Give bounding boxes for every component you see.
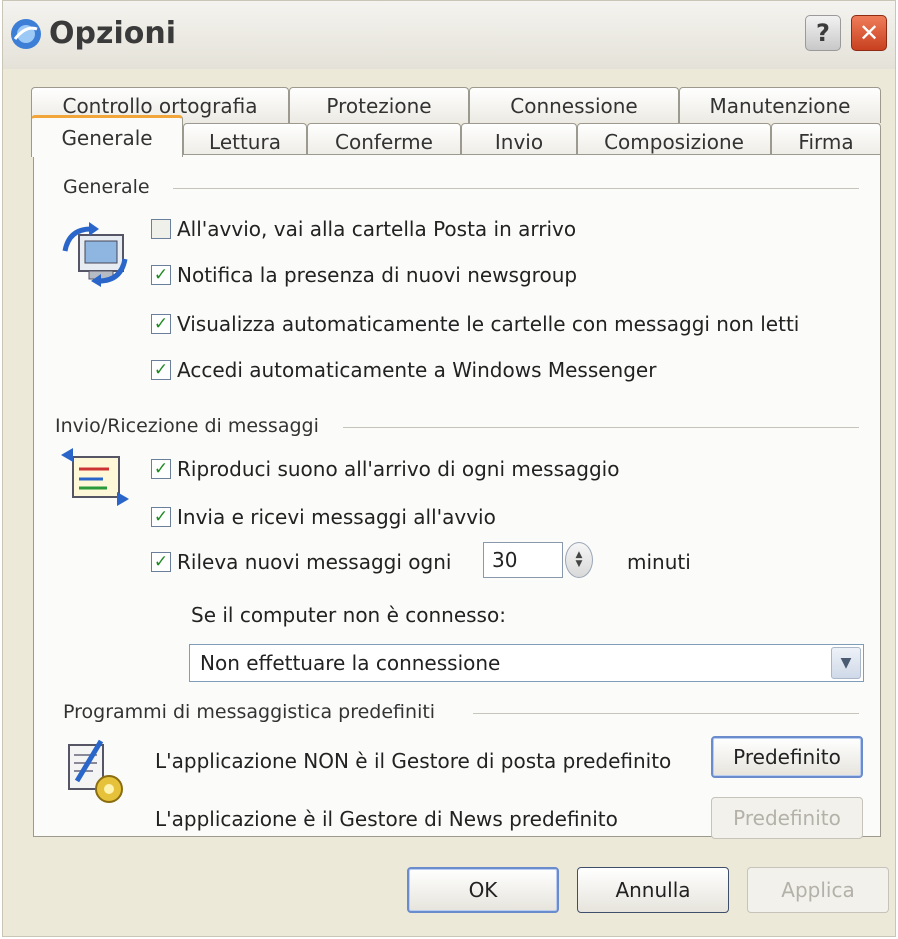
group-divider (173, 188, 859, 189)
options-dialog: Opzioni ? ✕ Controllo ortografia Protezi… (2, 0, 896, 937)
option-label: Invia e ricevi messaggi all'avvio (177, 505, 496, 529)
help-button[interactable]: ? (805, 15, 841, 51)
option-send-receive-startup[interactable]: ✓ Invia e ricevi messaggi all'avvio (151, 505, 496, 529)
option-windows-messenger[interactable]: ✓ Accedi automaticamente a Windows Messe… (151, 358, 656, 382)
title-bar[interactable]: Opzioni ? ✕ (3, 1, 895, 69)
checkbox-play-sound[interactable]: ✓ (151, 459, 171, 479)
group-divider (473, 713, 859, 714)
option-label: Riproduci suono all'arrivo di ogni messa… (177, 457, 620, 481)
group-heading-predefiniti: Programmi di messaggistica predefiniti (63, 701, 444, 723)
cancel-button[interactable]: Annulla (577, 867, 729, 913)
checkbox-check-new-messages[interactable]: ✓ (151, 552, 171, 572)
option-label: Visualizza automaticamente le cartelle c… (177, 312, 800, 336)
interval-spinner[interactable]: ▲ ▼ (565, 542, 593, 578)
tab-generale[interactable]: Generale (31, 115, 183, 157)
mail-default-status: L'applicazione NON è il Gestore di posta… (155, 749, 672, 773)
apply-button[interactable]: Applica (747, 867, 889, 913)
option-notify-newsgroups[interactable]: ✓ Notifica la presenza di nuovi newsgrou… (151, 263, 577, 287)
option-show-unread-folders[interactable]: ✓ Visualizza automaticamente le cartelle… (151, 312, 799, 336)
group-heading-invio-ricezione: Invio/Ricezione di messaggi (55, 415, 327, 437)
window-title: Opzioni (49, 16, 176, 51)
tab-connessione[interactable]: Connessione (469, 87, 679, 123)
option-label: Rileva nuovi messaggi ogni (177, 550, 452, 574)
option-start-inbox[interactable]: All'avvio, vai alla cartella Posta in ar… (151, 217, 576, 241)
default-programs-icon (68, 739, 123, 803)
tab-panel-generale (33, 154, 881, 837)
group-heading-generale: Generale (63, 176, 158, 198)
interval-input[interactable] (483, 542, 563, 578)
news-default-status: L'applicazione è il Gestore di News pred… (155, 807, 618, 831)
not-connected-dropdown[interactable]: Non effettuare la connessione ▼ (189, 644, 864, 682)
option-label: Accedi automaticamente a Windows Messeng… (177, 358, 657, 382)
outlook-express-icon (11, 19, 41, 49)
checkbox-show-unread-folders[interactable]: ✓ (151, 314, 171, 334)
ok-button[interactable]: OK (407, 867, 559, 913)
dropdown-selected-value: Non effettuare la connessione (200, 651, 501, 675)
send-receive-icon (61, 448, 129, 506)
interval-unit: minuti (627, 550, 691, 574)
set-default-mail-button[interactable]: Predefinito (711, 736, 863, 778)
chevron-down-icon[interactable]: ▼ (831, 647, 861, 679)
option-label: All'avvio, vai alla cartella Posta in ar… (177, 217, 577, 241)
spin-down-icon[interactable]: ▼ (576, 560, 583, 569)
set-default-news-button[interactable]: Predefinito (711, 797, 863, 839)
tab-protezione[interactable]: Protezione (289, 87, 469, 123)
checkbox-windows-messenger[interactable]: ✓ (151, 360, 171, 380)
option-label: Notifica la presenza di nuovi newsgroup (177, 263, 578, 287)
mail-sync-icon (62, 222, 128, 287)
close-button[interactable]: ✕ (851, 15, 887, 51)
option-play-sound[interactable]: ✓ Riproduci suono all'arrivo di ogni mes… (151, 457, 619, 481)
not-connected-label: Se il computer non è connesso: (191, 603, 506, 627)
group-divider (343, 427, 859, 428)
checkbox-send-receive-startup[interactable]: ✓ (151, 507, 171, 527)
checkbox-notify-newsgroups[interactable]: ✓ (151, 265, 171, 285)
checkbox-start-inbox[interactable] (151, 219, 171, 239)
tab-manutenzione[interactable]: Manutenzione (679, 87, 881, 123)
option-check-new-messages[interactable]: ✓ Rileva nuovi messaggi ogni (151, 550, 451, 574)
